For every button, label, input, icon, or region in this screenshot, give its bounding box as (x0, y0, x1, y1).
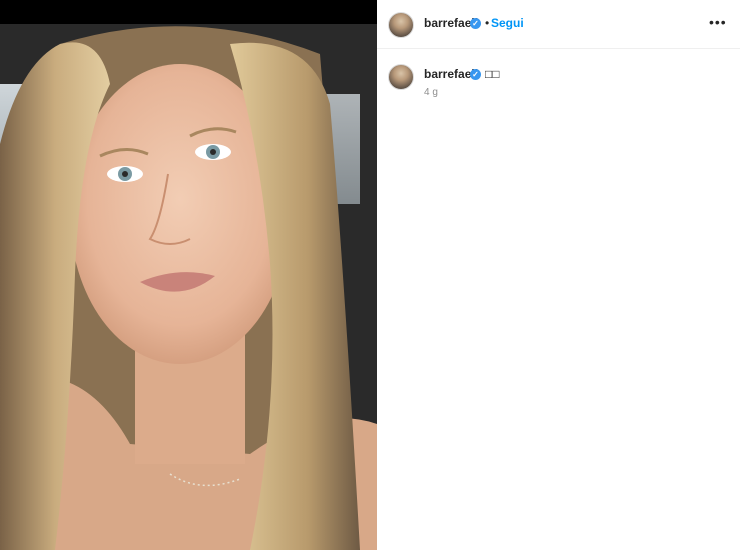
selfie-photo-illustration (0, 24, 377, 550)
more-options-icon[interactable]: ••• (709, 14, 727, 30)
caption-text: □□ (485, 67, 500, 81)
caption-verified-badge-icon: ✓ (470, 69, 481, 80)
follow-button[interactable]: Segui (491, 16, 524, 30)
verified-badge-icon: ✓ (470, 18, 481, 29)
post-header: barrefaeli ✓ • Segui ••• (377, 0, 740, 49)
post-photo[interactable] (0, 24, 377, 550)
profile-avatar[interactable] (388, 12, 414, 38)
caption-avatar[interactable] (388, 64, 414, 90)
header-separator: • (485, 16, 490, 30)
media-top-bar (0, 0, 377, 24)
post-details-panel: barrefaeli ✓ • Segui ••• barrefaeli ✓ □□… (377, 0, 740, 550)
post-timestamp[interactable]: 4 g (424, 87, 438, 98)
